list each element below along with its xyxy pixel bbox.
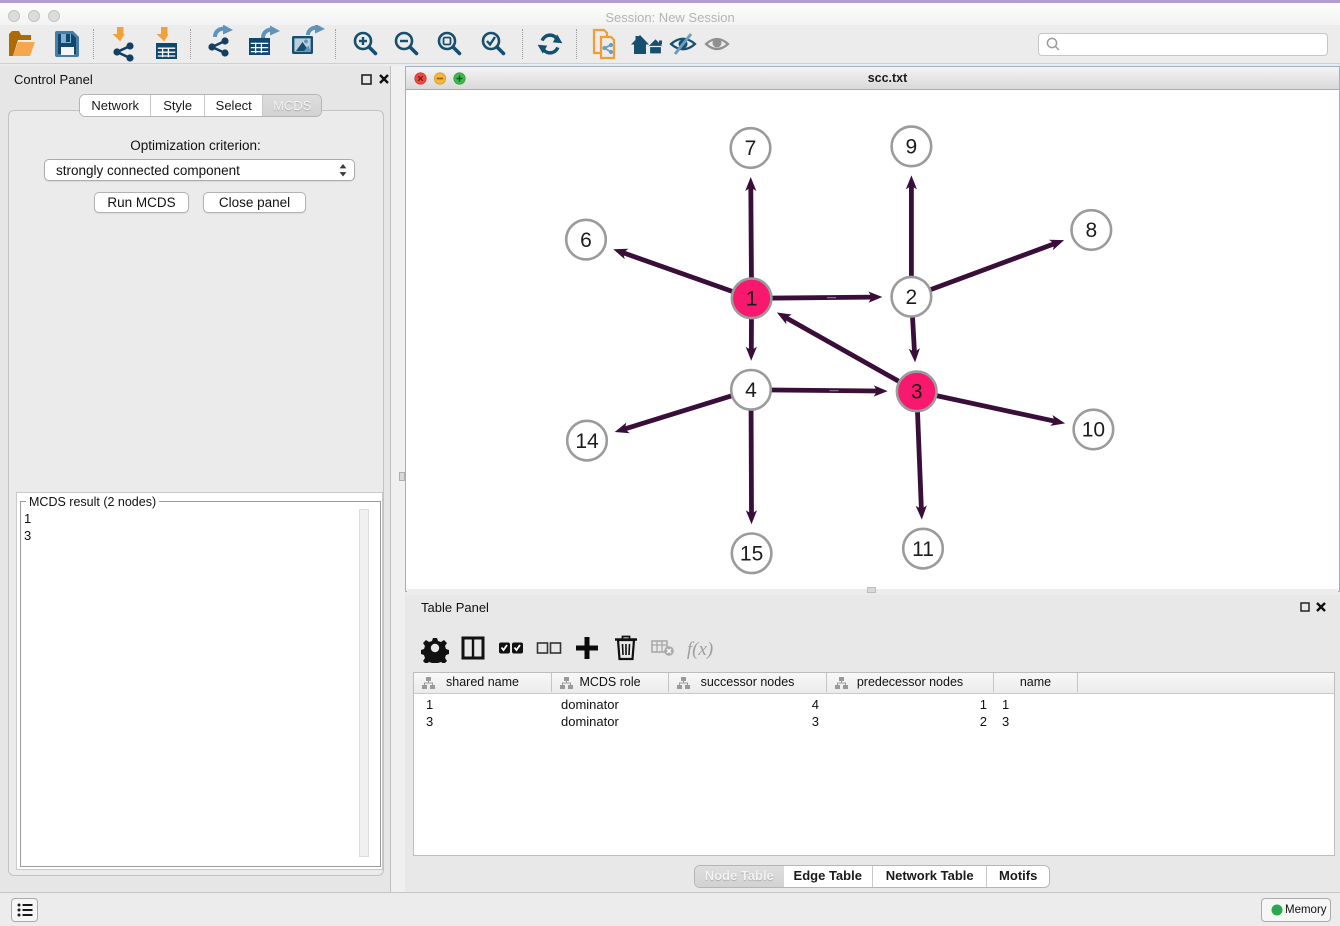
svg-text:6: 6: [580, 229, 592, 252]
svg-text:15: 15: [740, 543, 763, 566]
svg-text:f(x): f(x): [687, 639, 713, 660]
svg-text:2: 2: [906, 286, 918, 309]
svg-text:10: 10: [1082, 419, 1105, 442]
svg-text:8: 8: [1085, 219, 1097, 242]
svg-text:1: 1: [746, 288, 758, 311]
svg-text:11: 11: [912, 538, 934, 561]
svg-text:14: 14: [575, 430, 599, 453]
svg-text:3: 3: [911, 381, 923, 404]
svg-text:4: 4: [745, 379, 757, 402]
svg-text:7: 7: [745, 137, 757, 160]
svg-text:9: 9: [906, 136, 918, 159]
